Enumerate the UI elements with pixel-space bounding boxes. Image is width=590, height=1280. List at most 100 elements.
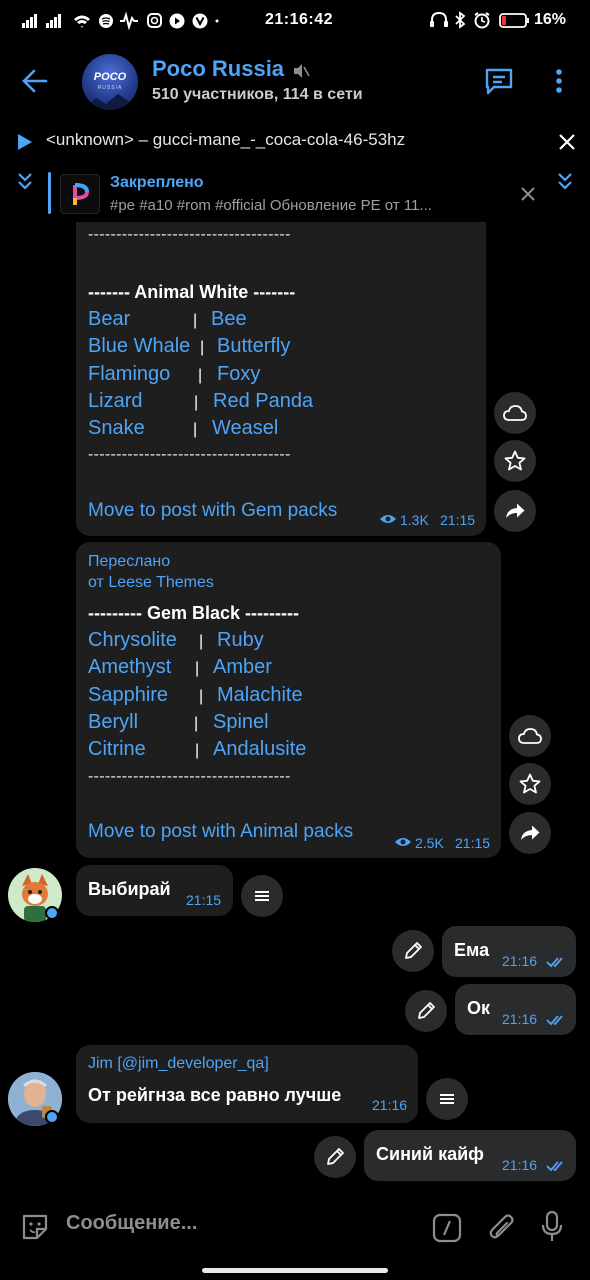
bot-commands-icon[interactable] bbox=[432, 1213, 462, 1243]
pack-link[interactable]: Bee bbox=[211, 308, 247, 331]
pack-link[interactable]: Snake bbox=[88, 417, 145, 440]
section-title: --------- Gem Black --------- bbox=[88, 603, 299, 623]
message-text: Выбирай bbox=[88, 879, 171, 899]
channel-title[interactable]: Poco Russia bbox=[152, 56, 284, 82]
pack-link[interactable]: Butterfly bbox=[217, 335, 290, 358]
edit-button[interactable] bbox=[392, 930, 434, 972]
separator: | bbox=[195, 742, 200, 759]
cloud-icon bbox=[518, 728, 542, 744]
separator: | bbox=[194, 394, 199, 411]
message-text: Синий кайф bbox=[376, 1144, 484, 1164]
outgoing-message-bubble[interactable]: Ок 21:16 bbox=[455, 984, 576, 1035]
channel-post-gem-black[interactable]: Переслано от Leese Themes --------- Gem … bbox=[76, 542, 501, 858]
dash-line: ------------------------------------ bbox=[88, 768, 291, 785]
sticker-emoji-icon[interactable] bbox=[20, 1212, 50, 1242]
save-to-cloud-button[interactable] bbox=[509, 715, 551, 757]
share-button[interactable] bbox=[509, 812, 551, 854]
share-arrow-icon bbox=[521, 825, 540, 840]
share-button[interactable] bbox=[494, 490, 536, 532]
move-to-post-link[interactable]: Move to post with Gem packs bbox=[88, 500, 337, 522]
pencil-icon bbox=[327, 1148, 344, 1165]
pack-link[interactable]: Lizard bbox=[88, 390, 142, 413]
unpin-close-icon[interactable] bbox=[520, 186, 536, 202]
pack-link[interactable]: Red Panda bbox=[213, 390, 313, 413]
close-icon[interactable] bbox=[558, 133, 576, 151]
pinned-accent-bar bbox=[48, 172, 51, 214]
separator: | bbox=[194, 715, 199, 732]
chevron-double-down-icon[interactable] bbox=[16, 172, 34, 192]
message-composer: Сообщение... bbox=[0, 1190, 590, 1260]
pack-link[interactable]: Chrysolite bbox=[88, 629, 177, 652]
outgoing-message-bubble[interactable]: Ема 21:16 bbox=[442, 926, 576, 977]
muted-icon bbox=[294, 64, 310, 78]
edit-button[interactable] bbox=[405, 990, 447, 1032]
dash-line: ------------------------------------ bbox=[88, 226, 291, 243]
menu-lines-icon bbox=[255, 891, 269, 901]
forwarded-label: Переслано bbox=[88, 553, 171, 570]
pack-link[interactable]: Ruby bbox=[217, 629, 264, 652]
online-indicator bbox=[45, 906, 59, 920]
battery-percent: 16% bbox=[534, 11, 567, 28]
outgoing-message-bubble[interactable]: Синий кайф 21:16 bbox=[364, 1130, 576, 1181]
pack-link[interactable]: Amethyst bbox=[88, 656, 171, 679]
message-menu-button[interactable] bbox=[426, 1078, 468, 1120]
channel-avatar[interactable]: POCO RUSSIA bbox=[82, 54, 138, 110]
eye-icon bbox=[380, 515, 396, 523]
app-icons bbox=[120, 12, 219, 30]
microphone-icon[interactable] bbox=[540, 1210, 564, 1244]
play-icon[interactable] bbox=[16, 132, 34, 152]
double-check-icon bbox=[546, 1161, 563, 1172]
pack-link[interactable]: Andalusite bbox=[213, 738, 306, 761]
separator: | bbox=[199, 633, 204, 650]
message-bubble[interactable]: Jim [@jim_developer_qa] От рейгнза все р… bbox=[76, 1045, 418, 1123]
separator: | bbox=[198, 367, 203, 384]
favorite-button[interactable] bbox=[509, 763, 551, 805]
avatar-logo-text: POCO bbox=[93, 71, 127, 83]
edit-button[interactable] bbox=[314, 1136, 356, 1178]
message-bubble[interactable]: Выбирай 21:15 bbox=[76, 865, 233, 916]
chevron-double-down-icon[interactable] bbox=[556, 172, 574, 192]
more-menu-icon[interactable] bbox=[552, 68, 566, 94]
pack-link[interactable]: Malachite bbox=[217, 684, 303, 707]
star-icon bbox=[519, 773, 541, 794]
pencil-icon bbox=[418, 1002, 435, 1019]
message-text: От рейгнза все равно лучше bbox=[88, 1085, 342, 1105]
pack-link[interactable]: Amber bbox=[213, 656, 272, 679]
separator: | bbox=[195, 660, 200, 677]
online-indicator bbox=[45, 1110, 59, 1124]
view-count: 1.3K bbox=[400, 512, 429, 528]
pack-link[interactable]: Blue Whale bbox=[88, 335, 190, 358]
pinned-thumbnail bbox=[60, 174, 100, 214]
message-input[interactable]: Сообщение... bbox=[66, 1212, 197, 1235]
back-arrow-icon[interactable] bbox=[22, 68, 48, 94]
attach-paperclip-icon[interactable] bbox=[488, 1212, 516, 1244]
message-time: 21:16 bbox=[502, 1011, 538, 1027]
pack-link[interactable]: Beryll bbox=[88, 711, 138, 734]
star-icon bbox=[504, 450, 526, 471]
pack-link[interactable]: Spinel bbox=[213, 711, 269, 734]
move-to-post-link[interactable]: Move to post with Animal packs bbox=[88, 821, 353, 843]
favorite-button[interactable] bbox=[494, 440, 536, 482]
discussion-icon[interactable] bbox=[484, 67, 514, 95]
pack-link[interactable]: Bear bbox=[88, 308, 130, 331]
separator: | bbox=[199, 688, 204, 705]
pinned-message[interactable]: Закреплено #pe #a10 #rom #official Обнов… bbox=[0, 162, 590, 222]
pack-link[interactable]: Citrine bbox=[88, 738, 146, 761]
pack-link[interactable]: Sapphire bbox=[88, 684, 168, 707]
channel-post-animal-white[interactable]: ------------------------------------ ---… bbox=[76, 222, 486, 536]
message-time: 21:15 bbox=[186, 892, 222, 908]
pack-link[interactable]: Flamingo bbox=[88, 363, 170, 386]
message-time: 21:16 bbox=[502, 1157, 538, 1173]
share-arrow-icon bbox=[506, 503, 525, 518]
pack-link[interactable]: Foxy bbox=[217, 363, 260, 386]
author-name[interactable]: Jim [@jim_developer_qa] bbox=[88, 1055, 269, 1073]
audio-player-bar[interactable]: <unknown> – gucci-mane_-_coca-cola-46-53… bbox=[0, 122, 590, 160]
message-menu-button[interactable] bbox=[241, 875, 283, 917]
menu-lines-icon bbox=[440, 1094, 454, 1104]
home-indicator[interactable] bbox=[202, 1268, 388, 1273]
eye-icon bbox=[395, 838, 411, 846]
save-to-cloud-button[interactable] bbox=[494, 392, 536, 434]
forwarded-from[interactable]: от Leese Themes bbox=[88, 574, 214, 592]
pack-link[interactable]: Weasel bbox=[212, 417, 278, 440]
system-icons bbox=[430, 11, 529, 29]
